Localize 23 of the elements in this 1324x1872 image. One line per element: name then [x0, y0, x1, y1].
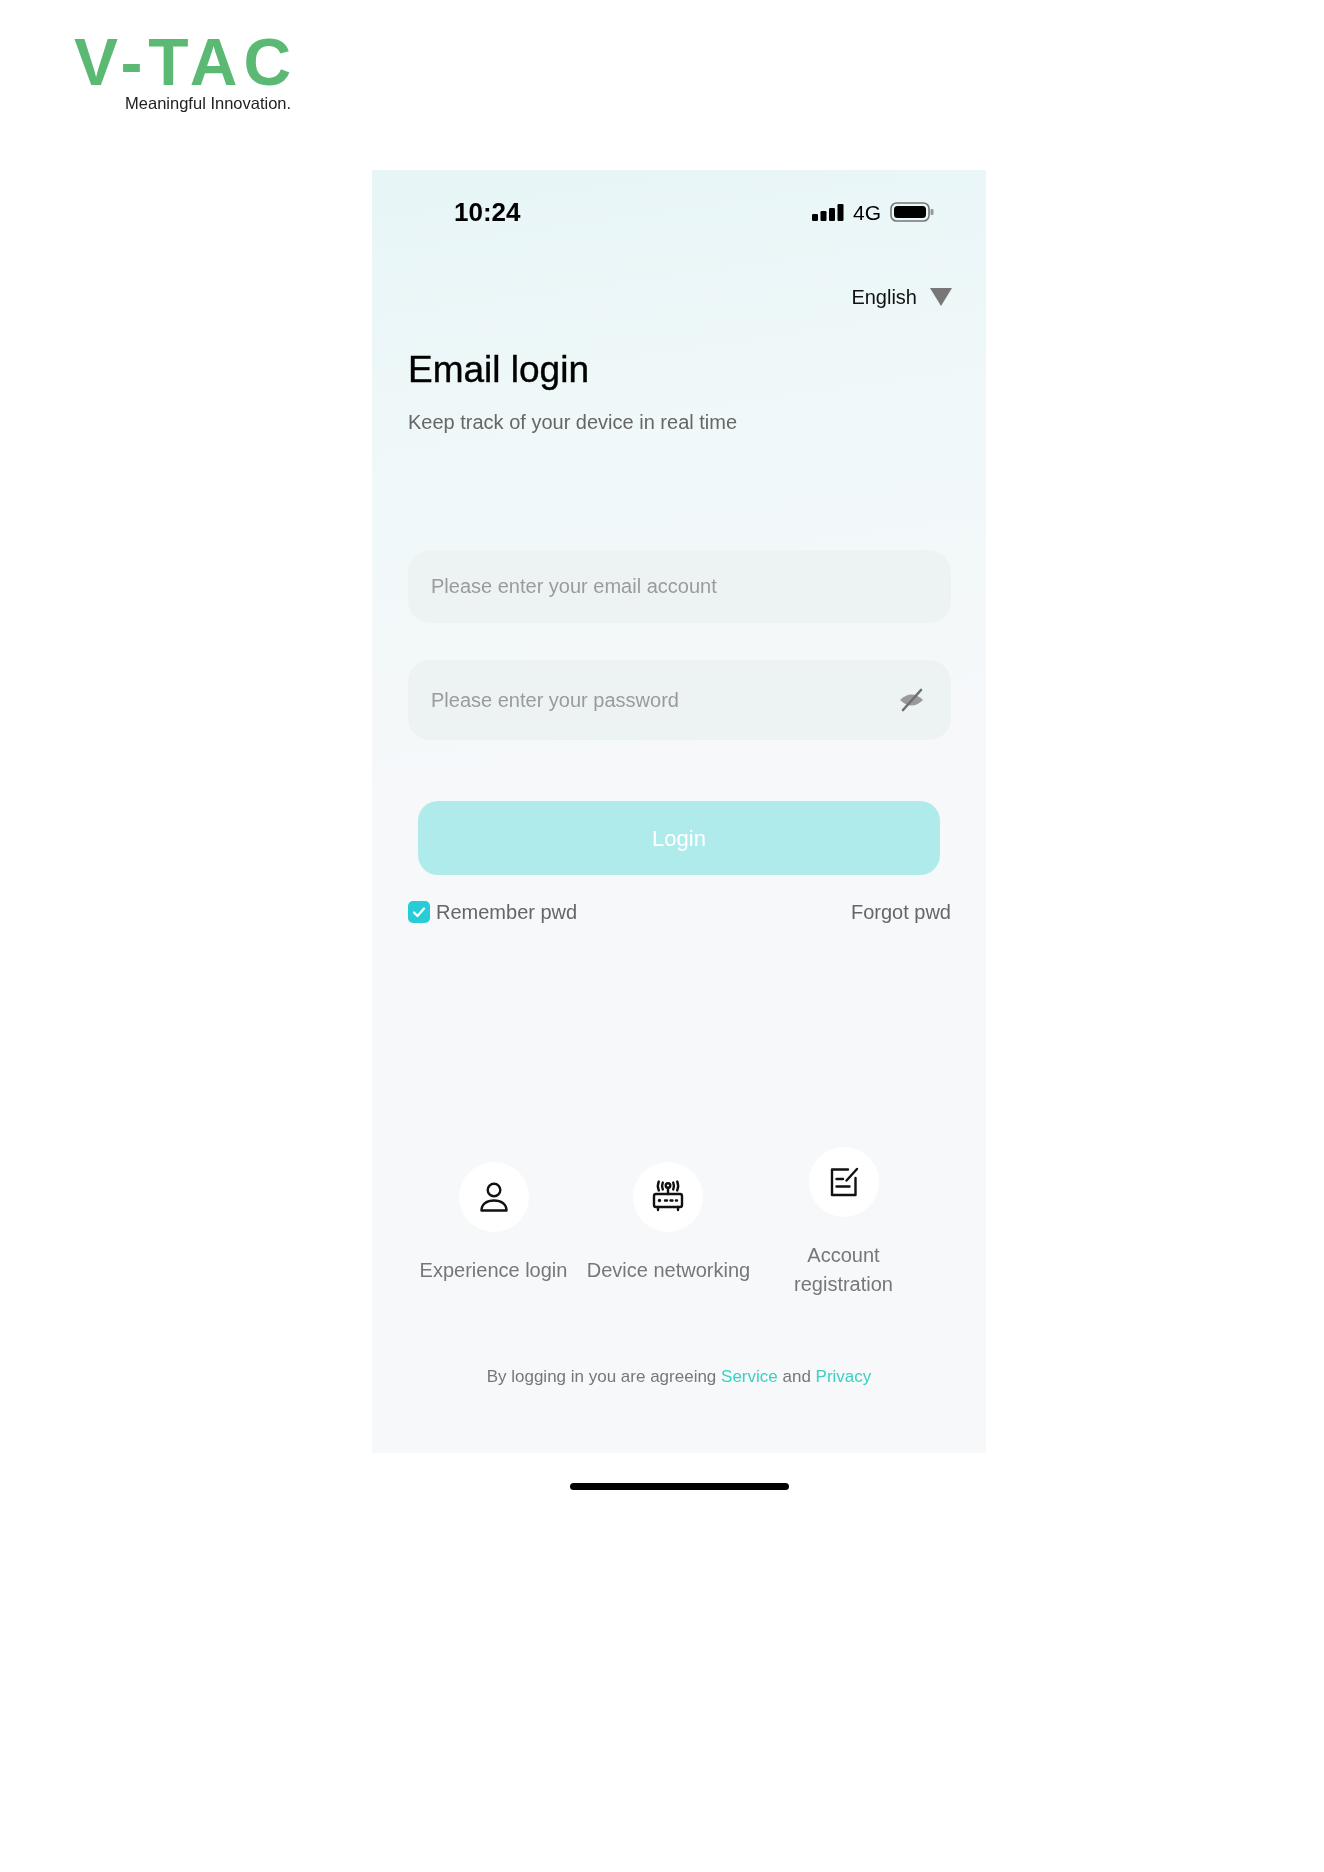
- agreement-text: By logging in you are agreeing Service and Privacy: [486, 1366, 872, 1389]
- signal-icon: [812, 203, 844, 221]
- shortcut-button[interactable]: Experience login: [419, 1161, 568, 1285]
- language-selector[interactable]: English: [851, 282, 952, 312]
- eye-slash-icon[interactable]: [898, 688, 925, 713]
- shortcut-button[interactable]: Device networking: [586, 1161, 751, 1285]
- page-subtitle: Keep track of your device in real time: [408, 410, 738, 435]
- router-icon: [633, 1161, 704, 1232]
- shortcut-button[interactable]: Account registration: [758, 1147, 929, 1300]
- page-title: Email login: [408, 348, 589, 392]
- password-field[interactable]: Please enter your password: [408, 660, 951, 741]
- person-icon: [458, 1161, 529, 1232]
- remember-label[interactable]: Remember pwd: [436, 899, 578, 926]
- forgot-password-link[interactable]: Forgot pwd: [850, 899, 951, 926]
- email-field[interactable]: Please enter your email account: [408, 550, 951, 624]
- note-pen-icon: [808, 1147, 879, 1218]
- remember-checkbox[interactable]: [408, 901, 430, 924]
- logo-tagline: Meaningful Innovation.: [125, 94, 292, 113]
- status-time: 10:24: [454, 199, 521, 225]
- caret-icon: [930, 288, 952, 306]
- battery-icon: [890, 202, 934, 222]
- network-label: 4G: [853, 201, 881, 223]
- logo-wordmark: V-TAC: [74, 30, 298, 94]
